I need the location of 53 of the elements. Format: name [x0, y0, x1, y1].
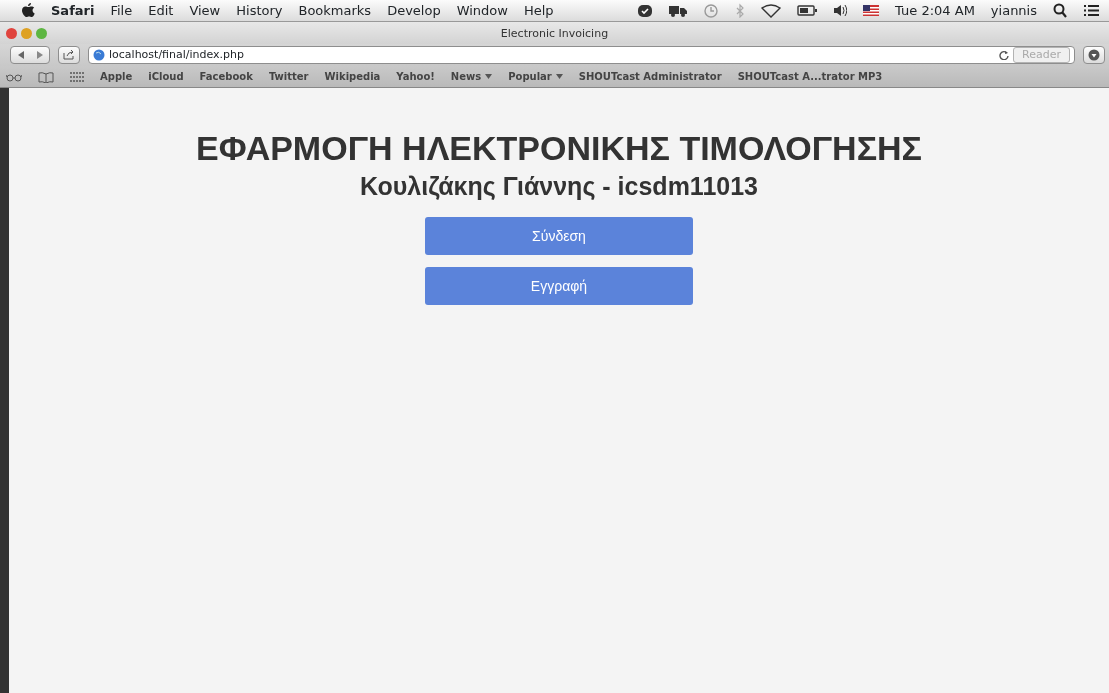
- login-button[interactable]: Σύνδεση: [425, 217, 693, 256]
- glasses-icon[interactable]: [6, 71, 22, 82]
- flag-icon[interactable]: [863, 3, 880, 18]
- globe-icon: [93, 49, 105, 61]
- wifi-icon[interactable]: [761, 3, 782, 18]
- chat-status-icon[interactable]: [637, 3, 654, 18]
- menu-item[interactable]: History: [236, 0, 283, 21]
- bookmark-link[interactable]: Apple: [100, 69, 133, 84]
- clock-text[interactable]: Tue 2:04 AM: [895, 0, 975, 21]
- bookmark-link[interactable]: Wikipedia: [324, 69, 381, 84]
- page-title: ΕΦΑΡΜΟΓΗ ΗΛΕΚΤΡΟΝΙΚΗΣ ΤΙΜΟΛΟΓΗΣΗΣ: [195, 130, 923, 168]
- back-icon: [17, 51, 24, 59]
- menu-item[interactable]: File: [110, 0, 133, 21]
- menu-item[interactable]: Help: [523, 0, 554, 21]
- bookmark-link[interactable]: iCloud: [148, 69, 184, 84]
- bookmark-link[interactable]: SHOUTcast A...trator MP3: [737, 69, 883, 84]
- bookmark-link[interactable]: Twitter: [268, 69, 309, 84]
- register-button[interactable]: Εγγραφή: [425, 267, 693, 306]
- grid-icon[interactable]: [70, 71, 84, 82]
- menu-item[interactable]: Develop: [387, 0, 441, 21]
- bookmark-menu[interactable]: News: [450, 69, 493, 84]
- menu-item[interactable]: Edit: [148, 0, 174, 21]
- bookmark-link[interactable]: Facebook: [199, 69, 253, 84]
- menu-item[interactable]: Window: [456, 0, 508, 21]
- back-forward-button[interactable]: [10, 46, 50, 64]
- menu-item[interactable]: Bookmarks: [298, 0, 372, 21]
- menu-item[interactable]: View: [189, 0, 221, 21]
- battery-icon[interactable]: [797, 3, 818, 18]
- truck-icon[interactable]: [669, 3, 688, 18]
- bookmark-link[interactable]: Yahoo!: [396, 69, 435, 84]
- window-title: Electronic Invoicing: [500, 27, 609, 40]
- page-subtitle: Κουλιζάκης Γιάννης - icsdm11013: [360, 171, 758, 202]
- share-button[interactable]: [58, 46, 80, 64]
- book-icon[interactable]: [38, 70, 54, 83]
- user-name[interactable]: yiannis: [990, 0, 1037, 21]
- clock-icon[interactable]: [703, 3, 720, 18]
- caret-icon: [485, 74, 493, 79]
- bookmark-link[interactable]: SHOUTcast Administrator: [578, 69, 722, 84]
- address-bar[interactable]: localhost/final/index.php Reader: [88, 46, 1075, 64]
- forward-icon: [36, 51, 43, 59]
- app-menu[interactable]: Safari: [51, 0, 95, 21]
- search-icon[interactable]: [1053, 3, 1067, 18]
- list-icon[interactable]: [1083, 3, 1099, 18]
- apple-icon[interactable]: [22, 3, 35, 18]
- download-button[interactable]: [1083, 46, 1105, 64]
- volume-icon[interactable]: [833, 3, 848, 18]
- reload-icon[interactable]: [999, 50, 1010, 60]
- address-text: localhost/final/index.php: [109, 46, 245, 63]
- bookmark-menu[interactable]: Popular: [508, 69, 563, 84]
- download-icon: [1088, 49, 1100, 61]
- share-icon: [63, 50, 75, 60]
- close-button[interactable]: [6, 27, 17, 39]
- caret-icon: [555, 74, 563, 79]
